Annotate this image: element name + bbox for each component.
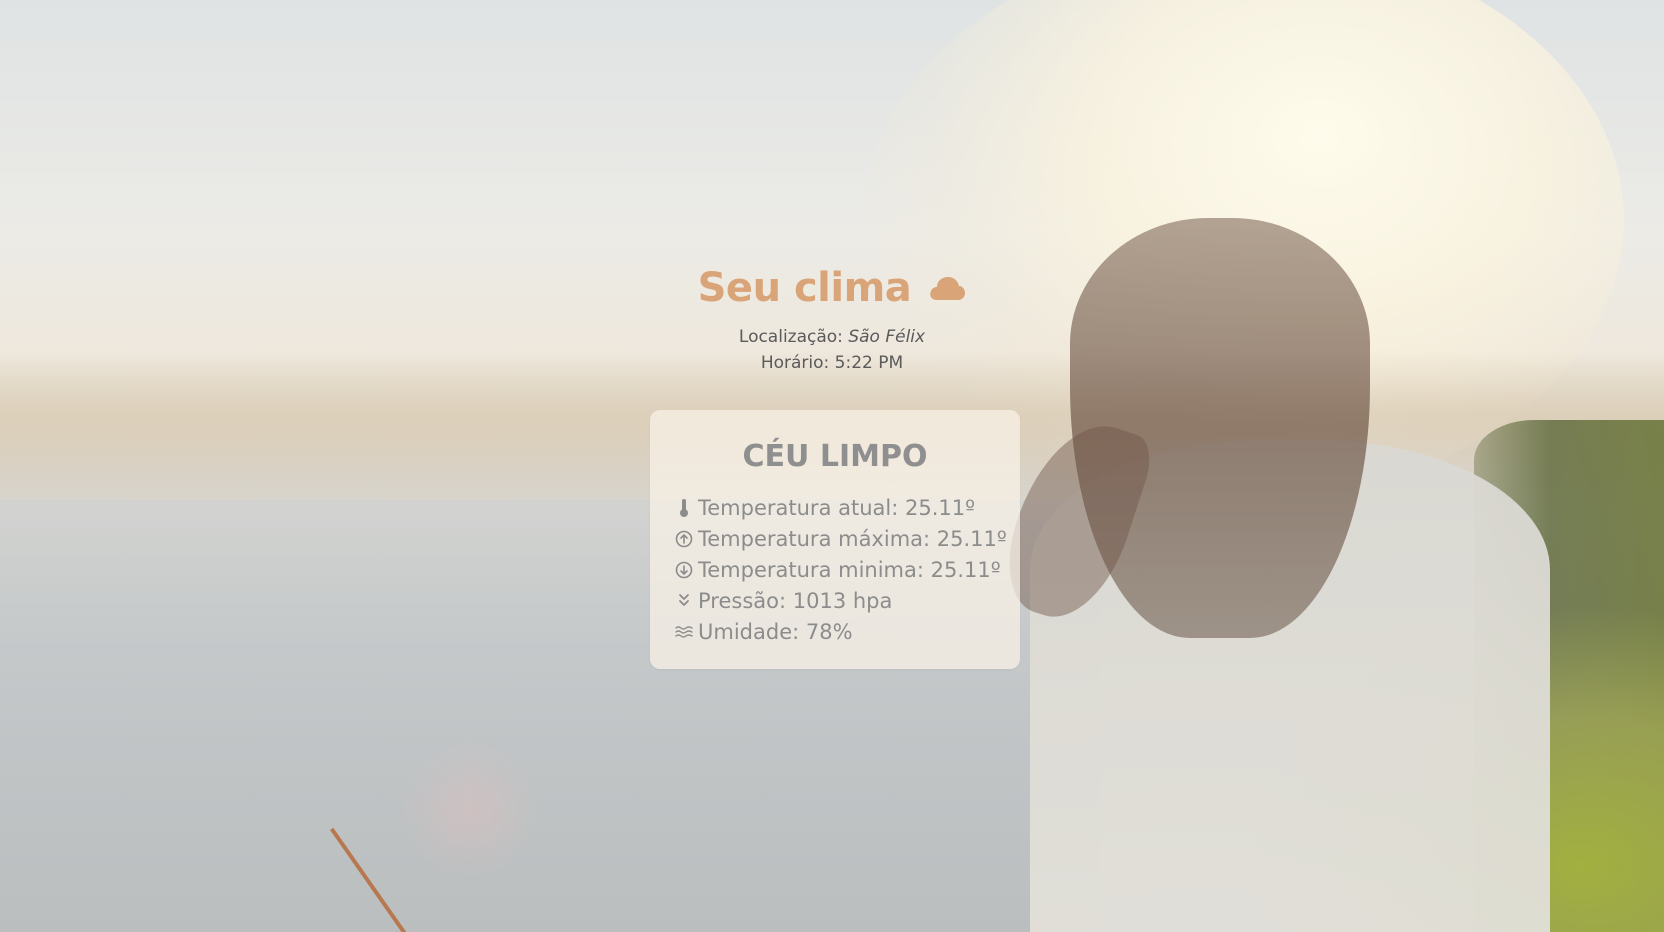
location-value: São Félix: [848, 327, 926, 347]
thermometer-icon: [674, 498, 694, 518]
max-temperature-row: Temperatura máxima: 25.11º: [674, 523, 1014, 554]
title-row: Seu clima: [0, 265, 1664, 325]
time-label: Horário:: [760, 353, 830, 373]
weather-condition: CÉU LIMPO: [742, 439, 928, 474]
time-line: Horário: 5:22 PM: [0, 353, 1664, 373]
cloud-icon: [928, 275, 966, 301]
pressure-row: Pressão: 1013 hpa: [674, 585, 1014, 616]
time-value: 5:22 PM: [834, 353, 904, 373]
waves-icon: [674, 622, 694, 642]
current-temperature-text: Temperatura atual: 25.11º: [698, 495, 975, 520]
page-title: Seu clima: [697, 265, 912, 311]
double-chevron-down-icon: [674, 591, 694, 611]
background-photo: Seu clima Localização: São Félix Horário…: [0, 0, 1664, 932]
min-temperature-text: Temperatura minima: 25.11º: [698, 557, 1001, 582]
current-temperature-row: Temperatura atual: 25.11º: [674, 492, 1014, 523]
weather-app: Seu clima Localização: São Félix Horário…: [0, 0, 1664, 932]
weather-details-list: Temperatura atual: 25.11º Temperatura má…: [674, 492, 1014, 647]
arrow-up-circle-icon: [674, 529, 694, 549]
pressure-text: Pressão: 1013 hpa: [698, 588, 893, 613]
location-label: Localização:: [738, 327, 843, 347]
humidity-text: Umidade: 78%: [698, 619, 853, 644]
max-temperature-text: Temperatura máxima: 25.11º: [698, 526, 1007, 551]
min-temperature-row: Temperatura minima: 25.11º: [674, 554, 1014, 585]
location-line: Localização: São Félix: [0, 327, 1664, 347]
arrow-down-circle-icon: [674, 560, 694, 580]
humidity-row: Umidade: 78%: [674, 616, 1014, 647]
weather-card: CÉU LIMPO Temperatura atual: 25.11º Temp…: [650, 410, 1020, 669]
